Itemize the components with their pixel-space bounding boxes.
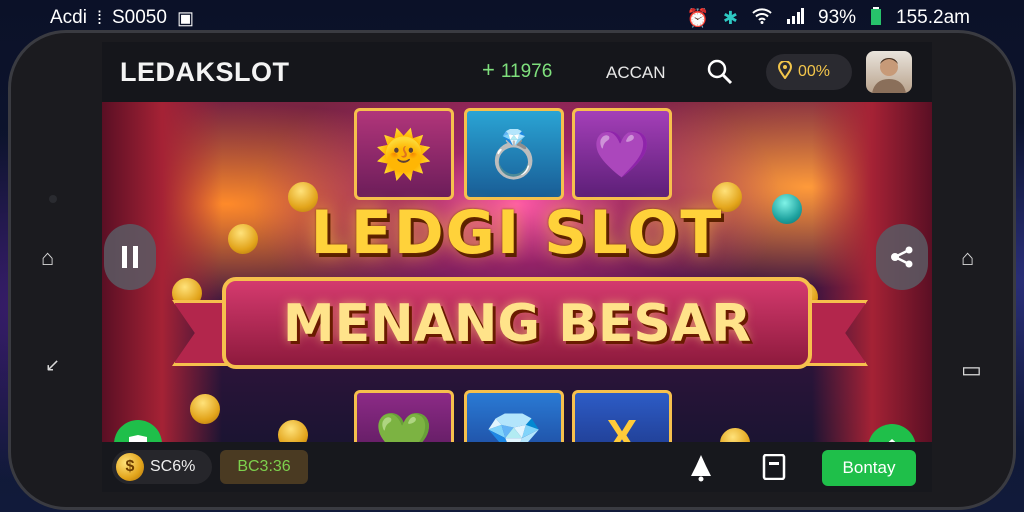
app-screen: LEDAKSLOT + 11976 ACCAN 00% 🌞 💍 💜 💚 💎 X … <box>102 42 932 492</box>
coin-decoration <box>273 415 313 442</box>
camera-icon <box>49 195 57 203</box>
avatar[interactable] <box>866 51 912 93</box>
wifi-icon <box>752 7 772 29</box>
alarm-icon: ⏰ <box>686 7 709 28</box>
deposit-button[interactable]: + 11976 <box>482 57 553 83</box>
share-button[interactable] <box>876 224 928 290</box>
slot-symbol-sun: 🌞 <box>354 108 454 200</box>
cursor-icon: ⁞ <box>96 7 102 28</box>
slot-symbol-diamond: 💎 <box>464 390 564 442</box>
book-icon <box>129 435 147 442</box>
wallet-pill[interactable]: 00% <box>766 54 852 90</box>
status-left-time: S0050 <box>111 7 167 28</box>
battery-icon <box>870 6 882 30</box>
document-icon[interactable] <box>762 453 786 485</box>
bluetooth-icon: ✱ <box>722 7 739 28</box>
pause-icon <box>122 246 138 268</box>
coin-icon: $ <box>116 453 144 481</box>
plus-icon: + <box>482 57 495 82</box>
bonus-button[interactable]: BC3:36 <box>220 450 308 484</box>
signal-icon <box>786 7 805 29</box>
bell-icon[interactable] <box>686 452 716 487</box>
status-left-text: Acdi <box>50 7 87 28</box>
slot-symbol-gem: 💜 <box>572 108 672 200</box>
clock: 155.2am <box>896 7 970 28</box>
slot-symbol-x: X <box>572 390 672 442</box>
search-icon[interactable] <box>704 56 736 88</box>
coins-pill[interactable]: $ SC6% <box>112 450 212 484</box>
game-banner[interactable]: 🌞 💍 💜 💚 💎 X LEDGI SLOT MENANG BESAR <box>102 102 932 442</box>
recents-icon[interactable]: ▭ <box>961 357 982 383</box>
deposit-value: 11976 <box>500 61 553 82</box>
wallet-value: 00% <box>798 63 831 80</box>
play-button[interactable]: Bontay <box>822 450 916 486</box>
location-pin-icon <box>777 59 793 84</box>
app-logo: LEDAKSLOT <box>120 56 290 87</box>
coin-decoration <box>715 423 755 442</box>
back-icon[interactable]: ↙ <box>45 355 60 376</box>
home-icon[interactable]: ⌂ <box>41 245 54 271</box>
banner-subtitle: MENANG BESAR <box>282 294 752 354</box>
slot-symbol-ring: 💍 <box>464 108 564 200</box>
account-link[interactable]: ACCAN <box>606 63 666 83</box>
share-icon <box>891 246 913 268</box>
banner-title: LEDGI SLOT <box>310 198 724 268</box>
home-outline-icon[interactable]: ⌂ <box>961 245 974 271</box>
top-bar: LEDAKSLOT + 11976 ACCAN 00% <box>102 42 932 102</box>
slot-symbol-emerald: 💚 <box>354 390 454 442</box>
bottom-bar: $ SC6% BC3:36 Bontay <box>102 442 932 492</box>
battery-percent: 93% <box>818 7 857 28</box>
pause-button[interactable] <box>104 224 156 290</box>
coins-value: SC6% <box>150 458 196 475</box>
notification-icon: ▣ <box>176 7 194 28</box>
